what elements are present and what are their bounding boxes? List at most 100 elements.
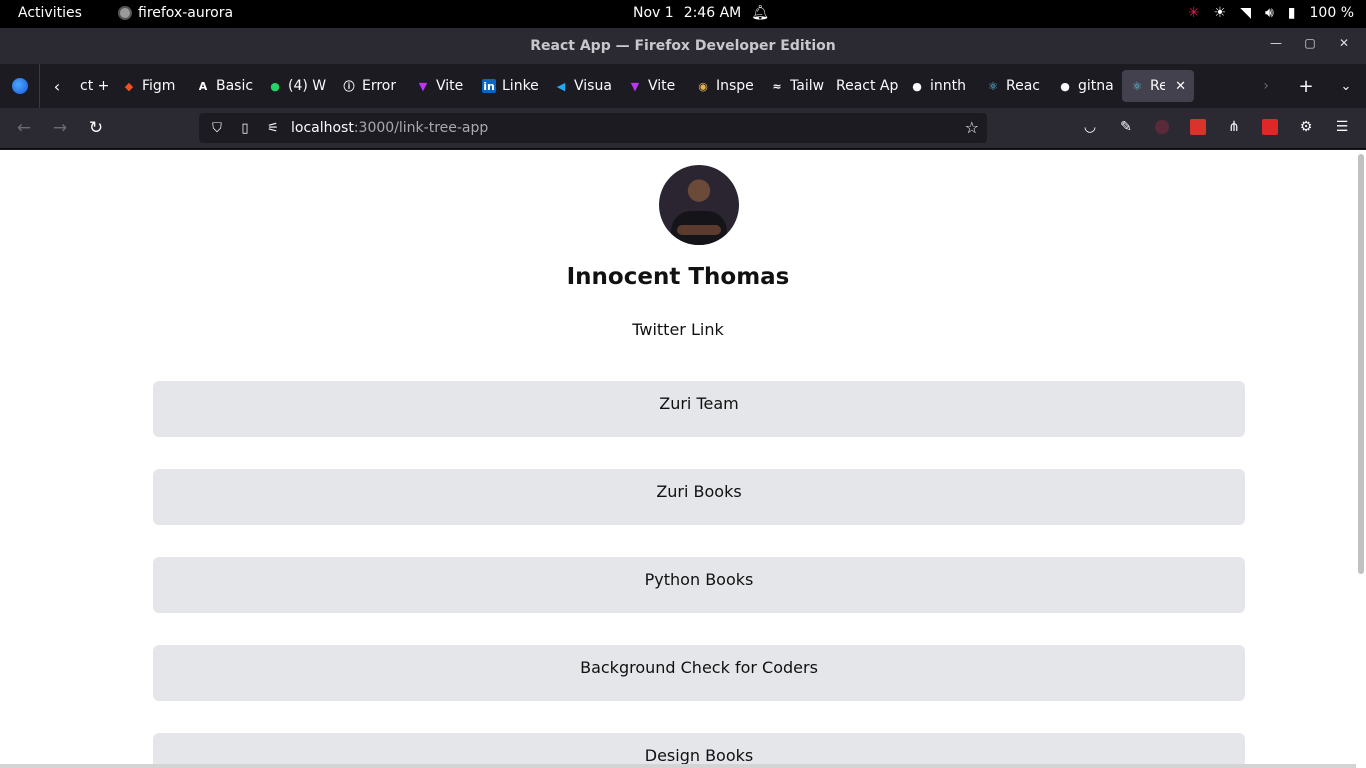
url-text[interactable]: localhost:3000/link-tree-app: [291, 120, 488, 136]
vite-icon: ▼: [630, 79, 640, 93]
system-tray[interactable]: ✳ ☀ ◥ 🔊︎ ▮ 100 %: [1188, 4, 1354, 22]
tab-label: Figm: [142, 78, 176, 94]
window-title-bar: React App — Firefox Developer Edition — …: [0, 28, 1366, 64]
link-button-python-books[interactable]: Python Books: [153, 557, 1245, 613]
tracking-shield-icon[interactable]: ⛉: [207, 121, 227, 136]
link-button-design-books[interactable]: Design Books: [153, 733, 1245, 768]
tab-13[interactable]: ⚛ Reac: [980, 70, 1052, 102]
link-button-zuri-team[interactable]: Zuri Team: [153, 381, 1245, 437]
back-button[interactable]: ←: [13, 117, 35, 139]
clock[interactable]: Nov 1 2:46 AM 🔔︎: [633, 5, 769, 21]
url-bar[interactable]: ⛉ ▯ ⚟ localhost:3000/link-tree-app ☆: [199, 113, 987, 143]
volume-icon: 🔊︎: [1264, 5, 1274, 21]
reload-button[interactable]: ↻: [85, 117, 107, 139]
clock-date: Nov 1: [633, 5, 674, 21]
close-window-button[interactable]: ✕: [1336, 36, 1352, 50]
profile-avatar: [659, 165, 739, 245]
figma-icon: ◆: [124, 79, 134, 93]
react-icon: ⚛: [1132, 79, 1142, 93]
tab-label: Vite: [648, 78, 676, 94]
pocket-icon[interactable]: ◡: [1081, 118, 1099, 136]
hamburger-menu-icon[interactable]: ☰: [1333, 118, 1351, 136]
tab-scroll-right-button[interactable]: ›: [1246, 78, 1286, 94]
tab-label: Inspe: [716, 78, 754, 94]
tab-label: Reac: [1006, 78, 1040, 94]
horizontal-scrollbar[interactable]: [0, 764, 1356, 768]
tab-label: ct +: [80, 78, 110, 94]
forward-button[interactable]: →: [49, 117, 71, 139]
maximize-button[interactable]: ▢: [1302, 36, 1318, 50]
tab-label: Tailw: [790, 78, 824, 94]
extension-nodes-icon[interactable]: ⋔: [1225, 118, 1243, 136]
activities-button[interactable]: Activities: [18, 5, 82, 21]
bookmark-star-icon[interactable]: ☆: [965, 118, 979, 137]
github-icon: ●: [912, 79, 922, 93]
tab-label: Vite: [436, 78, 464, 94]
tab-12[interactable]: ● innth: [904, 70, 980, 102]
tab-label: Visua: [574, 78, 612, 94]
tab-8[interactable]: ▼ Vite: [622, 70, 690, 102]
extension-wand-icon[interactable]: [1261, 118, 1279, 136]
new-tab-button[interactable]: +: [1286, 76, 1326, 97]
tailwind-icon: ≈: [772, 79, 782, 93]
system-top-bar: Activities firefox-aurora Nov 1 2:46 AM …: [0, 0, 1366, 28]
slack-icon: ✳: [1187, 5, 1200, 21]
tab-4[interactable]: ⓘ Error: [336, 70, 410, 102]
bell-icon: 🔔︎: [751, 5, 770, 21]
firefox-view-button[interactable]: [0, 64, 40, 108]
navigation-bar: ← → ↻ ⛉ ▯ ⚟ localhost:3000/link-tree-app…: [0, 108, 1366, 149]
whatsapp-icon: ●: [270, 79, 280, 93]
list-all-tabs-button[interactable]: ⌄: [1326, 79, 1366, 94]
tab-scroll-left-button[interactable]: ‹: [40, 64, 74, 108]
tab-2[interactable]: A Basic: [190, 70, 262, 102]
account-avatar-icon[interactable]: [1153, 118, 1171, 136]
react-icon: ⚛: [988, 79, 998, 93]
linkedin-icon: in: [482, 79, 496, 93]
tab-0[interactable]: ct +: [74, 70, 116, 102]
battery-percent: 100 %: [1309, 5, 1354, 21]
site-permissions-icon[interactable]: ⚟: [263, 121, 283, 136]
tab-label: gitna: [1078, 78, 1114, 94]
tab-label: (4) W: [288, 78, 327, 94]
tab-11[interactable]: React Ap: [830, 70, 904, 102]
vite-icon: ▼: [418, 79, 428, 93]
tab-1[interactable]: ◆ Figm: [116, 70, 190, 102]
tab-3[interactable]: ● (4) W: [262, 70, 336, 102]
tab-strip: ‹ ct + ◆ Figm A Basic ● (4) W ⓘ Error ▼ Vite in Link…: [0, 64, 1366, 108]
tab-15[interactable]: ⚛ Re ✕: [1122, 70, 1194, 102]
tab-14[interactable]: ● gitna: [1052, 70, 1122, 102]
inspect-icon: ◉: [698, 79, 708, 93]
battery-icon: ▮: [1287, 5, 1296, 21]
close-tab-icon[interactable]: ✕: [1175, 79, 1186, 94]
tab-label: React Ap: [836, 78, 898, 94]
tab-label: Linke: [502, 78, 539, 94]
info-icon: ⓘ: [343, 80, 355, 93]
minimize-button[interactable]: —: [1268, 36, 1284, 50]
tab-9[interactable]: ◉ Inspe: [690, 70, 764, 102]
brightness-icon: ☀: [1213, 5, 1227, 21]
profile-name: Innocent Thomas: [566, 264, 790, 290]
angular-icon: A: [198, 79, 208, 93]
tab-label: Error: [362, 78, 397, 94]
tab-10[interactable]: ≈ Tailw: [764, 70, 830, 102]
vscode-icon: ◀: [556, 79, 566, 93]
app-name: firefox-aurora: [138, 5, 234, 21]
tab-7[interactable]: ◀ Visua: [548, 70, 622, 102]
tab-6[interactable]: in Linke: [476, 70, 548, 102]
extension-red-icon[interactable]: [1189, 118, 1207, 136]
page-viewport: Innocent Thomas Twitter Link Zuri Team Z…: [0, 150, 1366, 768]
twitter-link[interactable]: Twitter Link: [0, 320, 1356, 339]
page-icon: ▯: [241, 120, 249, 136]
tab-5[interactable]: ▼ Vite: [410, 70, 476, 102]
vertical-scrollbar[interactable]: [1358, 154, 1364, 574]
firefox-icon: [11, 78, 28, 94]
link-button-background-check[interactable]: Background Check for Coders: [153, 645, 1245, 701]
wrench-icon[interactable]: ✎: [1117, 118, 1135, 136]
tab-label: innth: [930, 78, 966, 94]
app-menu[interactable]: firefox-aurora: [118, 5, 233, 21]
wifi-icon: ◥: [1240, 5, 1251, 21]
tabs-list: ct + ◆ Figm A Basic ● (4) W ⓘ Error ▼ Vite in Linke ◀…: [74, 64, 1194, 108]
link-button-zuri-books[interactable]: Zuri Books: [153, 469, 1245, 525]
settings-gear-icon[interactable]: ⚙: [1297, 118, 1315, 136]
tab-label: Re: [1150, 78, 1166, 94]
